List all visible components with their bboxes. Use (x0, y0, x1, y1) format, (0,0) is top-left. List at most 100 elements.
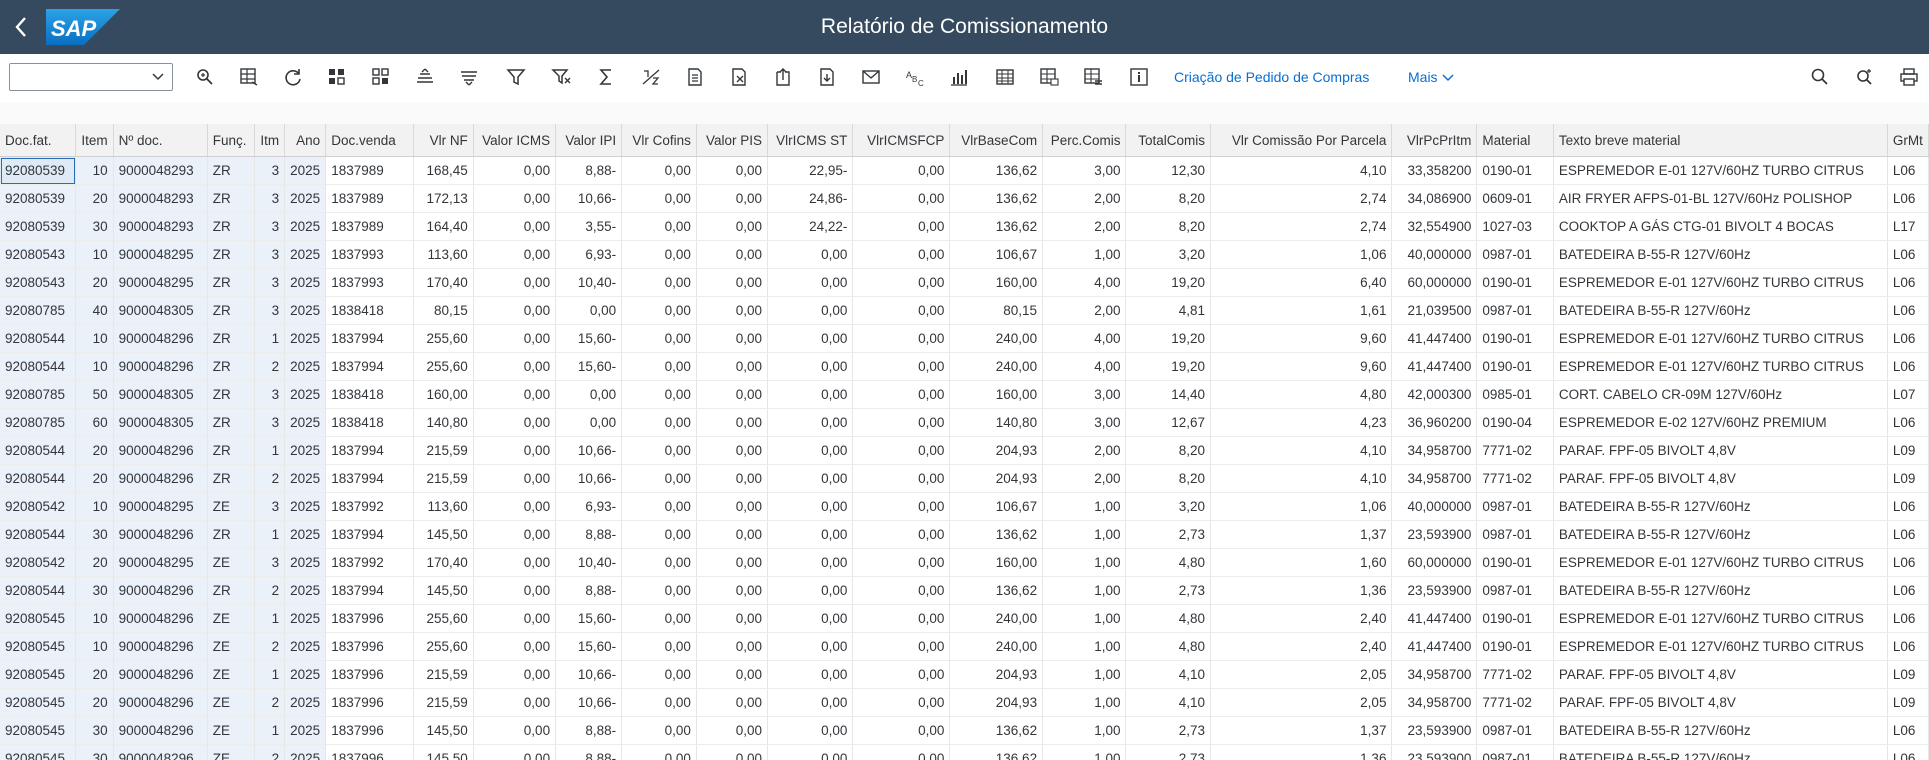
table-cell[interactable]: 92080545 (0, 744, 77, 760)
table-cell[interactable]: 30 (75, 520, 114, 549)
column-header[interactable]: Texto breve material (1553, 124, 1888, 157)
grid-icon[interactable] (326, 66, 348, 88)
table-cell[interactable]: 92080543 (0, 268, 77, 297)
table-row[interactable]: 92080785 40 9000048305 ZR 3 2025 1838418 80,15 0… (0, 296, 1929, 325)
table-cell[interactable]: 0,00 (621, 156, 697, 185)
table-cell[interactable]: 2,40 (1210, 632, 1393, 661)
table-cell[interactable]: 4,80 (1125, 604, 1211, 633)
table-cell[interactable]: 0,00 (767, 520, 854, 549)
table-cell[interactable]: 15,60- (555, 324, 623, 353)
table-cell[interactable]: 9000048305 (113, 408, 208, 437)
table-cell[interactable]: 2025 (284, 744, 327, 760)
table-cell[interactable]: 10,66- (555, 660, 623, 689)
table-cell[interactable]: 7771-02 (1476, 436, 1554, 465)
table-cell[interactable]: 0,00 (852, 604, 951, 633)
table-cell[interactable]: 1838418 (325, 296, 414, 325)
table-cell[interactable]: 215,59 (413, 688, 474, 717)
table-cell[interactable]: ZE (207, 744, 256, 760)
table-row[interactable]: 92080785 50 9000048305 ZR 3 2025 1838418 160,00… (0, 380, 1929, 409)
table-cell[interactable]: 1 (254, 324, 286, 353)
table-cell[interactable]: 8,20 (1125, 464, 1211, 493)
table-cell[interactable]: 0,00 (473, 464, 557, 493)
table-cell[interactable]: 0,00 (696, 744, 769, 760)
table-cell[interactable]: 1837989 (325, 212, 414, 241)
table-cell[interactable]: 0,00 (852, 296, 951, 325)
table-cell[interactable]: 1837994 (325, 576, 414, 605)
table-cell[interactable]: 0987-01 (1476, 716, 1554, 745)
table-cell[interactable]: ZR (207, 240, 256, 269)
table-cell[interactable]: L06 (1887, 744, 1929, 760)
table-cell[interactable]: 0987-01 (1476, 492, 1554, 521)
table-cell[interactable]: 0190-01 (1476, 268, 1554, 297)
table-cell[interactable]: 0987-01 (1476, 576, 1554, 605)
table-cell[interactable]: 0,00 (473, 716, 557, 745)
table-cell[interactable]: 2025 (284, 660, 327, 689)
table-cell[interactable]: 3,20 (1125, 240, 1211, 269)
table-cell[interactable]: 2025 (284, 688, 327, 717)
table-cell[interactable]: 2025 (284, 296, 327, 325)
table-cell[interactable]: 1,00 (1042, 604, 1127, 633)
table-cell[interactable]: ESPREMEDOR E-01 127V/60HZ TURBO CITRUS (1553, 604, 1888, 633)
table-cell[interactable]: 9000048296 (113, 688, 208, 717)
table-cell[interactable]: 92080542 (0, 492, 77, 521)
table-cell[interactable]: L06 (1887, 548, 1929, 577)
column-header[interactable]: Funç. (207, 124, 256, 157)
table-cell[interactable]: 9000048296 (113, 632, 208, 661)
table-row[interactable]: 92080542 20 9000048295 ZE 3 2025 1837992 170,40… (0, 548, 1929, 577)
table-cell[interactable]: 0,00 (852, 212, 951, 241)
table-cell[interactable]: 0609-01 (1476, 184, 1554, 213)
table-cell[interactable]: 20 (75, 184, 114, 213)
table-cell[interactable]: 0,00 (473, 688, 557, 717)
table-row[interactable]: 92080544 30 9000048296 ZR 2 2025 1837994 145,50… (0, 576, 1929, 605)
table-cell[interactable]: 10,66- (555, 436, 623, 465)
table-cell[interactable]: 9000048295 (113, 492, 208, 521)
table-cell[interactable]: 36,960200 (1391, 408, 1478, 437)
table-cell[interactable]: 3 (254, 548, 286, 577)
table-cell[interactable]: 9000048296 (113, 744, 208, 760)
table-cell[interactable]: 1,00 (1042, 492, 1127, 521)
table-cell[interactable]: 92080545 (0, 716, 77, 745)
table-cell[interactable]: 1027-03 (1476, 212, 1554, 241)
table-cell[interactable]: 4,10 (1125, 660, 1211, 689)
table-cell[interactable]: 24,22- (767, 212, 854, 241)
abc-analysis-icon[interactable]: ABC (904, 66, 926, 88)
table-cell[interactable]: 4,10 (1210, 464, 1393, 493)
table-row[interactable]: 92080542 10 9000048295 ZE 3 2025 1837992 113,60… (0, 492, 1929, 521)
table-cell[interactable]: 204,93 (949, 660, 1044, 689)
table-cell[interactable]: 0,00 (696, 660, 769, 689)
table-cell[interactable]: PARAF. FPF-05 BIVOLT 4,8V (1553, 464, 1888, 493)
table-cell[interactable]: BATEDEIRA B-55-R 127V/60Hz (1553, 492, 1888, 521)
column-header[interactable]: Valor ICMS (473, 124, 557, 157)
table-cell[interactable]: 0,00 (555, 408, 623, 437)
table-cell[interactable]: 0,00 (696, 492, 769, 521)
table-cell[interactable]: 21,039500 (1391, 296, 1478, 325)
table-cell[interactable]: 0,00 (767, 660, 854, 689)
table-cell[interactable]: ZR (207, 436, 256, 465)
table-cell[interactable]: 1,00 (1042, 520, 1127, 549)
table-cell[interactable]: 9000048293 (113, 212, 208, 241)
table-cell[interactable]: 1,61 (1210, 296, 1393, 325)
table-cell[interactable]: 50 (75, 380, 114, 409)
table-cell[interactable]: 4,00 (1042, 352, 1127, 381)
table-cell[interactable]: ZE (207, 604, 256, 633)
table-cell[interactable]: 215,59 (413, 660, 474, 689)
table-cell[interactable]: 4,00 (1042, 268, 1127, 297)
import-icon[interactable] (816, 66, 838, 88)
table-cell[interactable]: 240,00 (949, 604, 1044, 633)
column-header[interactable]: Item (75, 124, 114, 157)
column-header[interactable]: Nº doc. (113, 124, 208, 157)
table-cell[interactable]: L06 (1887, 156, 1929, 185)
more-menu-button[interactable]: Mais (1408, 66, 1455, 88)
table-cell[interactable]: 1837994 (325, 436, 414, 465)
table-row[interactable]: 92080545 10 9000048296 ZE 2 2025 1837996 255,60… (0, 632, 1929, 661)
table-cell[interactable]: 1837993 (325, 268, 414, 297)
table-cell[interactable]: 0,00 (473, 576, 557, 605)
document-icon[interactable] (684, 66, 706, 88)
table-row[interactable]: 92080539 20 9000048293 ZR 3 2025 1837989 172,13… (0, 184, 1929, 213)
table-cell[interactable]: 0,00 (621, 184, 697, 213)
table-cell[interactable]: 20 (75, 268, 114, 297)
table-cell[interactable]: AIR FRYER AFPS-01-BL 127V/60Hz POLISHOP (1553, 184, 1888, 213)
table-cell[interactable]: 40,000000 (1391, 492, 1478, 521)
table-cell[interactable]: 92080539 (0, 184, 77, 213)
table-cell[interactable]: 2,00 (1042, 436, 1127, 465)
